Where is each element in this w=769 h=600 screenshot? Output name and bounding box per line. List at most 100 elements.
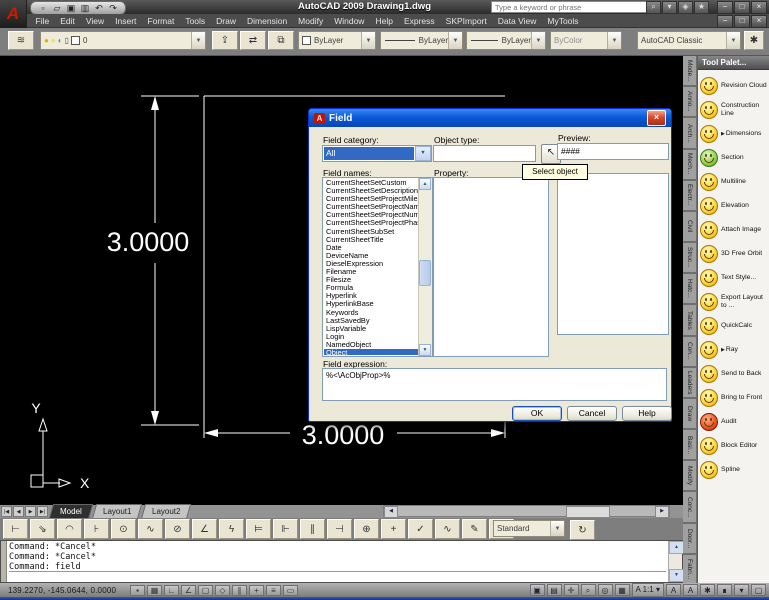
menu-window[interactable]: Window (329, 16, 370, 26)
command-scrollbar[interactable]: ▲ ▼ (668, 541, 684, 582)
dialog-close-button[interactable]: × (647, 110, 666, 126)
dim-continue-button[interactable]: ⊩ (273, 519, 298, 539)
plot-button[interactable]: ▥ (79, 3, 91, 13)
search-input[interactable] (491, 1, 649, 13)
chevron-down-icon[interactable]: ▼ (361, 32, 375, 49)
palette-item-block-editor[interactable]: Block Editor (700, 435, 767, 456)
palette-tab-mode[interactable]: Mode... (683, 55, 697, 87)
palette-tab-arch[interactable]: Arch... (683, 117, 697, 149)
palette-item-attach-image[interactable]: Attach Image (700, 219, 767, 240)
tab-prev-button[interactable]: ◀ (13, 506, 24, 517)
palette-tab-mech[interactable]: Mech... (683, 148, 697, 180)
search-button[interactable]: ⌕ (646, 1, 661, 14)
field-names-list[interactable]: CurrentSheetSetCustom CurrentSheetSetDesc… (322, 177, 433, 357)
tab-last-button[interactable]: ▶| (37, 506, 48, 517)
tab-model[interactable]: Model (48, 504, 93, 519)
workspace-gear-icon[interactable]: ✱ (744, 31, 764, 50)
palette-tab-civil[interactable]: Civil (683, 210, 697, 243)
palette-tab-tables[interactable]: Tables (683, 304, 697, 336)
search-options-button[interactable]: ▾ (662, 1, 677, 14)
menu-file[interactable]: File (30, 16, 55, 26)
palette-item-elevation[interactable]: Elevation (700, 195, 767, 216)
minimize-button[interactable]: − (717, 15, 733, 28)
command-input[interactable] (9, 571, 666, 581)
toolbar-lock-button[interactable]: ∎ (717, 584, 732, 596)
palette-tab-anno[interactable]: Anno... (683, 86, 697, 118)
dialog-title-bar[interactable]: A Field × (309, 109, 671, 127)
dim-radius-button[interactable]: ⊙ (111, 519, 136, 539)
layer-properties-button[interactable]: ≋ (8, 31, 34, 50)
model-space-toggle-button[interactable]: ▣ (529, 584, 545, 596)
layer-combo[interactable]: ● ● ◐ ▯ 0 ▼ (40, 31, 206, 50)
dim-ordinate-button[interactable]: ⊦ (84, 519, 109, 539)
command-window-grip[interactable] (1, 541, 7, 582)
dim-aligned-button[interactable]: ⇘ (30, 519, 55, 539)
save-button[interactable]: ▣ (65, 3, 77, 13)
horizontal-scrollbar[interactable]: ◀ ▶ (383, 505, 670, 518)
dim-linear-button[interactable]: ⊢ (3, 519, 28, 539)
qp-toggle[interactable]: ▭ (283, 584, 298, 596)
close-button[interactable]: × (751, 15, 767, 28)
menu-dimension[interactable]: Dimension (242, 16, 293, 26)
undo-button[interactable]: ↶ (93, 3, 105, 13)
palette-item-quickcalc[interactable]: QuickCalc (700, 315, 767, 336)
palette-item-multiline[interactable]: Multiline (700, 171, 767, 192)
palette-item-audit[interactable]: Audit (700, 411, 767, 432)
status-menu-arrow-button[interactable]: ▾ (734, 584, 749, 596)
palette-item-send-to-back[interactable]: Send to Back (700, 363, 767, 384)
help-button[interactable]: Help (622, 406, 672, 421)
ortho-toggle[interactable]: ∟ (164, 584, 179, 596)
zoom-button[interactable]: ⌕ (580, 584, 596, 596)
scrollbar-thumb[interactable] (566, 506, 610, 518)
snap-toggle[interactable]: ▪ (130, 584, 145, 596)
dim-update-button[interactable]: ↻ (570, 520, 595, 540)
menu-help[interactable]: Help (370, 16, 398, 26)
palette-tab-draw[interactable]: Draw (683, 397, 697, 430)
dim-tolerance-button[interactable]: ⊕ (354, 519, 379, 539)
otrack-toggle[interactable]: ◇ (215, 584, 230, 596)
scroll-up-icon[interactable]: ▲ (669, 541, 684, 554)
chevron-down-icon[interactable]: ▼ (550, 521, 564, 536)
scroll-up-icon[interactable]: ▲ (419, 178, 431, 190)
palette-item-spline[interactable]: Spline (700, 459, 767, 480)
grid-toggle[interactable]: ▦ (147, 584, 162, 596)
menu-tools[interactable]: Tools (180, 16, 211, 26)
palette-tab-electr[interactable]: Electr... (683, 179, 697, 211)
show-motion-button[interactable]: ▦ (614, 584, 630, 596)
tab-first-button[interactable]: |◀ (1, 506, 12, 517)
lwt-toggle[interactable]: ≡ (266, 584, 281, 596)
lineweight-combo[interactable]: ByLayer ▼ (466, 31, 546, 50)
palette-title[interactable]: Tool Palet... (698, 55, 769, 70)
tab-layout1[interactable]: Layout1 (91, 504, 143, 519)
favorites-button[interactable]: ★ (694, 1, 709, 14)
menu-express[interactable]: Express (398, 16, 440, 26)
palette-tab-basi[interactable]: Basi... (683, 429, 697, 461)
open-button[interactable]: ▱ (51, 3, 63, 13)
dim-jog-line-button[interactable]: ∿ (435, 519, 460, 539)
palette-item-section[interactable]: Section (700, 147, 767, 168)
dim-inspect-button[interactable]: ✓ (408, 519, 433, 539)
menu-edit[interactable]: Edit (55, 16, 81, 26)
palette-tab-leaders[interactable]: Leaders (683, 366, 697, 398)
dim-break-button[interactable]: ⊣ (327, 519, 352, 539)
chevron-down-icon[interactable]: ▼ (531, 32, 545, 49)
property-list[interactable] (433, 177, 549, 357)
annotation-visibility-button[interactable]: A (666, 584, 681, 596)
dim-baseline-button[interactable]: ⊨ (246, 519, 271, 539)
menu-insert[interactable]: Insert (110, 16, 142, 26)
menu-draw[interactable]: Draw (211, 16, 242, 26)
new-button[interactable]: ▫ (37, 3, 49, 13)
scroll-right-icon[interactable]: ▶ (655, 506, 669, 518)
dim-edit-button[interactable]: ✎ (462, 519, 487, 539)
annotation-autoscale-button[interactable]: A (683, 584, 698, 596)
restore-button[interactable]: □ (734, 1, 750, 14)
palette-item-export-layout-to[interactable]: Export Layout to ... (700, 291, 767, 312)
dim-spacing-button[interactable]: ∥ (300, 519, 325, 539)
redo-button[interactable]: ↷ (107, 3, 119, 13)
ok-button[interactable]: OK (512, 406, 562, 421)
status-menu-gear-button[interactable]: ✱ (700, 584, 715, 596)
osnap-toggle[interactable]: ▢ (198, 584, 213, 596)
dim-arc-length-button[interactable]: ◠ (57, 519, 82, 539)
communication-center-button[interactable]: ◈ (678, 1, 693, 14)
pan-button[interactable]: ✛ (563, 584, 579, 596)
